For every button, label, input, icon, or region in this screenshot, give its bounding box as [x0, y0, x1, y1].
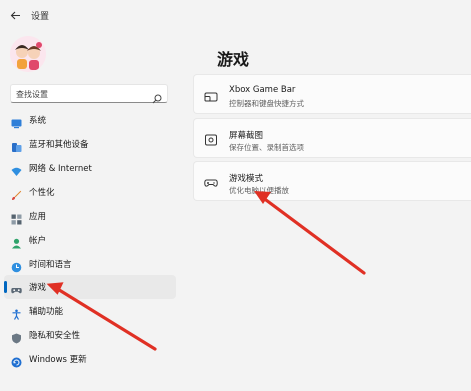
card-xbox-game-bar[interactable]: Xbox Game Bar 控制器和键盘快捷方式 [193, 74, 471, 114]
sidebar-item-label: Windows 更新 [29, 355, 87, 365]
game-mode-icon [204, 175, 218, 189]
selection-indicator [4, 281, 7, 293]
card-subtitle: 优化电脑以便播放 [229, 186, 289, 195]
sidebar-item-gaming[interactable]: 游戏 [4, 275, 176, 299]
card-captures[interactable]: 屏幕截图 保存位置、录制首选项 [193, 118, 471, 158]
sidebar-item-privacy[interactable]: 隐私和安全性 [4, 323, 176, 347]
sidebar-item-accounts[interactable]: 帐户 [4, 228, 176, 252]
sidebar-item-system[interactable]: 系统 [4, 108, 176, 132]
sidebar-item-label: 辅助功能 [29, 307, 64, 317]
search-icon[interactable] [152, 89, 162, 104]
apps-icon [11, 210, 22, 225]
sidebar-item-windows-update[interactable]: Windows 更新 [4, 347, 176, 371]
sidebar-item-label: 系统 [29, 116, 47, 126]
windows-update-icon [11, 353, 22, 368]
accessibility-icon [11, 305, 22, 320]
card-title: 游戏模式 [229, 174, 264, 184]
capture-icon [204, 132, 218, 146]
sidebar-item-time-language[interactable]: 时间和语言 [4, 252, 176, 276]
sidebar-item-label: 个性化 [29, 188, 55, 198]
wifi-icon [11, 162, 22, 176]
brush-icon [11, 186, 22, 200]
sidebar-item-accessibility[interactable]: 辅助功能 [4, 299, 176, 323]
back-arrow-icon[interactable] [8, 8, 22, 22]
monitor-icon [11, 114, 22, 129]
search-input[interactable] [16, 88, 146, 100]
card-game-mode[interactable]: 游戏模式 优化电脑以便播放 [193, 161, 471, 201]
card-subtitle: 保存位置、录制首选项 [229, 143, 304, 152]
sidebar-item-apps[interactable]: 应用 [4, 204, 176, 228]
sidebar-item-label: 蓝牙和其他设备 [29, 140, 89, 150]
game-bar-icon [204, 89, 218, 103]
shield-icon [11, 329, 22, 344]
gamepad-icon [11, 281, 22, 294]
title-bar: 设置 [0, 0, 471, 30]
page-title: 游戏 [217, 50, 250, 69]
search-box[interactable] [10, 84, 168, 104]
sidebar-item-label: 隐私和安全性 [29, 331, 81, 341]
sidebar-item-bluetooth[interactable]: 蓝牙和其他设备 [4, 132, 176, 156]
sidebar-item-label: 时间和语言 [29, 260, 72, 270]
window-title: 设置 [31, 12, 50, 22]
card-title: Xbox Game Bar [229, 85, 296, 95]
card-subtitle: 控制器和键盘快捷方式 [229, 99, 304, 108]
globe-clock-icon [11, 258, 22, 273]
person-icon [11, 234, 22, 249]
sidebar-item-label: 应用 [29, 212, 47, 222]
annotation-arrow-game-mode [254, 191, 366, 275]
sidebar-item-network[interactable]: 网络 & Internet [4, 156, 176, 180]
bluetooth-devices-icon [11, 138, 22, 152]
sidebar-item-label: 帐户 [29, 236, 47, 246]
sidebar-item-personalization[interactable]: 个性化 [4, 180, 176, 204]
sidebar-item-label: 游戏 [29, 283, 47, 293]
avatar[interactable] [10, 36, 46, 72]
sidebar-item-label: 网络 & Internet [29, 164, 92, 174]
card-title: 屏幕截图 [229, 131, 264, 141]
